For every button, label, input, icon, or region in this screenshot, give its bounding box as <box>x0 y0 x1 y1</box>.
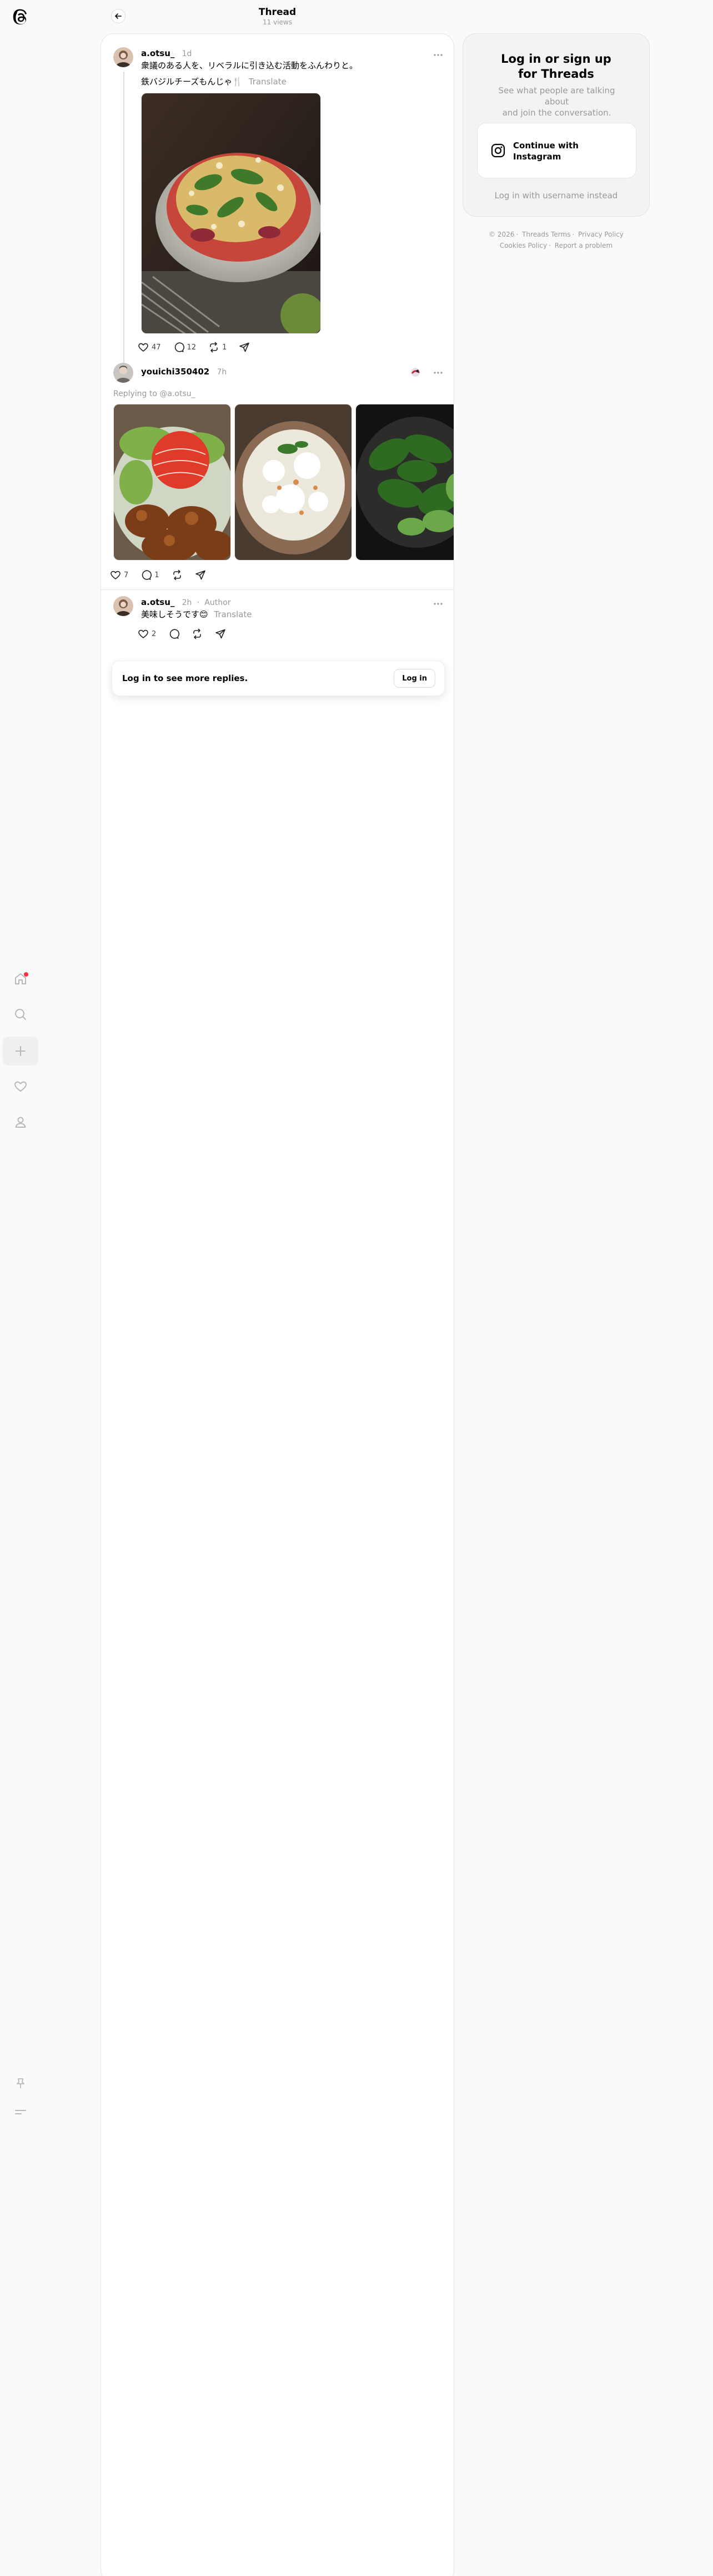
cookies-link[interactable]: Cookies Policy <box>500 242 547 249</box>
create-icon <box>16 1046 26 1056</box>
threads-logo-icon[interactable] <box>12 9 30 27</box>
heart-icon <box>138 629 148 638</box>
post-text: 美味しそうです😊 <box>141 609 208 619</box>
post-time[interactable]: 2h <box>182 598 192 607</box>
repost-count: 1 <box>222 343 227 352</box>
reply-image-1[interactable] <box>113 404 231 561</box>
post-text-line2: 鉄バジルチーズもんじゃ🍴 <box>141 77 243 87</box>
post-actions: 7 1 <box>110 567 218 583</box>
comment-icon <box>170 629 180 639</box>
badge-icon <box>409 366 421 378</box>
share-button[interactable] <box>215 626 226 642</box>
more-options-button[interactable] <box>431 598 445 609</box>
notification-dot <box>24 972 28 977</box>
heart-icon <box>14 1081 27 1092</box>
post-image[interactable] <box>141 93 321 334</box>
post-time[interactable]: 7h <box>217 368 227 377</box>
avatar[interactable] <box>113 363 133 383</box>
like-button[interactable]: 7 <box>110 567 128 583</box>
repost-button[interactable]: 1 <box>208 339 227 355</box>
copyright: © 2026 <box>489 231 515 238</box>
profile-icon <box>15 1117 26 1128</box>
share-button[interactable] <box>239 339 250 355</box>
send-icon <box>195 570 205 580</box>
thread-header: Thread 11 views <box>101 0 454 32</box>
menu-icon <box>15 2110 26 2114</box>
create-nav-button[interactable] <box>3 1037 38 1066</box>
author-separator: · <box>197 598 200 607</box>
like-button[interactable]: 47 <box>138 339 161 355</box>
post-username[interactable]: a.otsu_ <box>141 597 174 607</box>
divider <box>101 589 454 590</box>
footer-links: © 2026 · Threads Terms · Privacy Policy Co… <box>489 231 624 249</box>
repost-icon <box>193 628 202 639</box>
translate-link[interactable]: Translate <box>249 77 287 87</box>
view-count: 11 views <box>263 18 292 26</box>
reply-count: 12 <box>187 343 197 352</box>
terms-link[interactable]: Threads Terms <box>522 231 570 238</box>
more-icon <box>434 54 443 56</box>
reply-image-3[interactable] <box>355 404 454 561</box>
more-icon <box>434 372 443 374</box>
avatar[interactable] <box>113 596 133 616</box>
more-icon <box>434 603 443 605</box>
privacy-link[interactable]: Privacy Policy <box>578 231 624 238</box>
comment-icon <box>174 342 184 352</box>
username-login-link[interactable]: Log in with username instead <box>463 191 649 201</box>
heart-icon <box>138 343 148 352</box>
side-panel-title: Log in or sign up for Threads <box>501 52 611 81</box>
heart-icon <box>111 571 120 579</box>
instagram-label: Continue with <box>513 141 579 151</box>
replying-to[interactable]: Replying to @a.otsu_ <box>113 389 195 398</box>
like-count: 47 <box>152 343 161 352</box>
post-username[interactable]: youichi350402 <box>141 367 209 377</box>
pin-icon <box>17 2078 24 2088</box>
repost-icon <box>173 569 181 581</box>
reply-image-2[interactable] <box>234 404 352 561</box>
menu-nav-button[interactable] <box>3 2098 38 2127</box>
home-nav-button[interactable] <box>3 964 38 993</box>
search-icon <box>15 1009 26 1020</box>
more-options-button[interactable] <box>431 49 445 61</box>
report-problem-link[interactable]: Report a problem <box>555 242 612 249</box>
search-nav-button[interactable] <box>3 1000 38 1029</box>
send-icon <box>215 629 226 639</box>
share-button[interactable] <box>195 567 206 583</box>
reply-button[interactable]: 1 <box>140 567 159 583</box>
send-icon <box>239 342 250 352</box>
like-button[interactable]: 2 <box>138 626 156 642</box>
reply-button[interactable]: 12 <box>173 339 197 355</box>
post-time[interactable]: 1d <box>182 49 192 58</box>
avatar[interactable] <box>113 47 133 67</box>
reply-count: 1 <box>154 571 159 579</box>
thread-connector <box>123 72 124 376</box>
comment-icon <box>142 570 152 580</box>
more-options-button[interactable] <box>431 367 445 378</box>
post-username[interactable]: a.otsu_ <box>141 48 174 58</box>
side-panel-subtitle: See what people are talking about and jo… <box>498 86 615 118</box>
page-title: Thread <box>258 7 297 18</box>
repost-button[interactable] <box>172 567 183 583</box>
pin-nav-button[interactable] <box>3 2069 38 2098</box>
login-button[interactable]: Log in <box>394 669 435 688</box>
instagram-icon <box>491 143 505 160</box>
profile-nav-button[interactable] <box>3 1108 38 1137</box>
reply-button[interactable] <box>168 626 180 642</box>
post-actions: 47 12 1 <box>138 339 262 355</box>
activity-nav-button[interactable] <box>3 1072 38 1101</box>
post-actions: 2 <box>138 626 238 642</box>
translate-link[interactable]: Translate <box>214 609 252 619</box>
like-count: 2 <box>152 629 157 638</box>
repost-icon <box>210 342 218 353</box>
author-tag: Author <box>204 598 231 607</box>
repost-button[interactable] <box>192 626 203 642</box>
post-text: 衆議のある人を、リベラルに引き込む活動をふんわりと。 <box>141 61 358 71</box>
like-count: 7 <box>124 571 129 579</box>
login-prompt-text: Log in to see more replies. <box>122 673 248 683</box>
login-side-panel: Log in or sign up for Threads See what p… <box>463 33 650 217</box>
login-prompt-card: Log in to see more replies. Log in <box>112 661 445 696</box>
continue-with-instagram-button[interactable]: Continue with Instagram <box>477 123 636 178</box>
left-nav-rail <box>0 0 42 2576</box>
thread-feed: a.otsu_ 1d 衆議のある人を、リベラルに引き込む活動をふんわりと。 鉄バ… <box>101 33 454 2576</box>
